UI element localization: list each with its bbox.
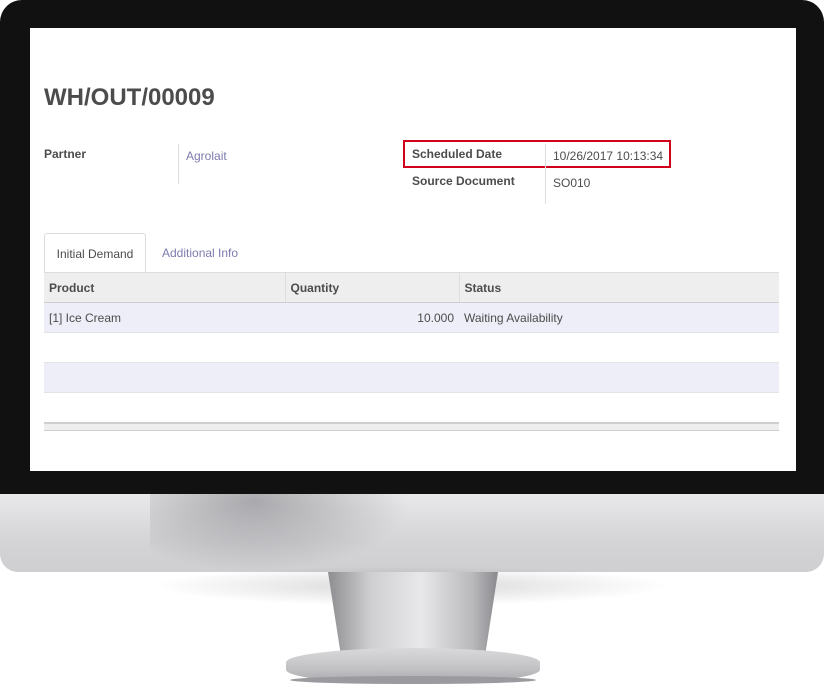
partner-link[interactable]: Agrolait <box>186 149 227 163</box>
cell-quantity: 10.000 <box>285 302 459 333</box>
empty-row <box>44 332 779 363</box>
page-title: WH/OUT/00009 <box>44 84 215 111</box>
partner-label: Partner <box>44 147 87 161</box>
field-divider <box>178 144 179 184</box>
table-footer <box>44 422 779 431</box>
column-header-product[interactable]: Product <box>44 272 286 303</box>
source-document-value: SO010 <box>553 176 591 190</box>
empty-row <box>44 362 779 393</box>
move-lines-table: Product Quantity Status [1] Ice Cream 10… <box>44 272 779 431</box>
column-header-quantity[interactable]: Quantity <box>285 272 460 303</box>
table-header-row: Product Quantity Status <box>44 272 779 303</box>
cell-status: Waiting Availability <box>459 302 779 333</box>
scheduled-date-value[interactable]: 10/26/2017 10:13:34 <box>553 149 663 163</box>
monitor-chin <box>0 494 824 572</box>
screen: WH/OUT/00009 Partner Agrolait Scheduled … <box>30 28 796 471</box>
table-row[interactable]: [1] Ice Cream 10.000 Waiting Availabilit… <box>44 302 779 333</box>
tab-additional-info[interactable]: Additional Info <box>148 233 252 273</box>
scheduled-date-label: Scheduled Date <box>412 147 503 161</box>
cell-product: [1] Ice Cream <box>44 302 285 333</box>
notebook-tabs: Initial Demand Additional Info <box>44 233 779 273</box>
chin-shading <box>150 494 410 572</box>
empty-row <box>44 392 779 424</box>
column-header-status[interactable]: Status <box>459 272 779 303</box>
source-document-label: Source Document <box>412 174 515 188</box>
stand-base-edge <box>290 676 536 684</box>
tab-initial-demand[interactable]: Initial Demand <box>44 233 146 273</box>
field-divider <box>545 144 546 204</box>
